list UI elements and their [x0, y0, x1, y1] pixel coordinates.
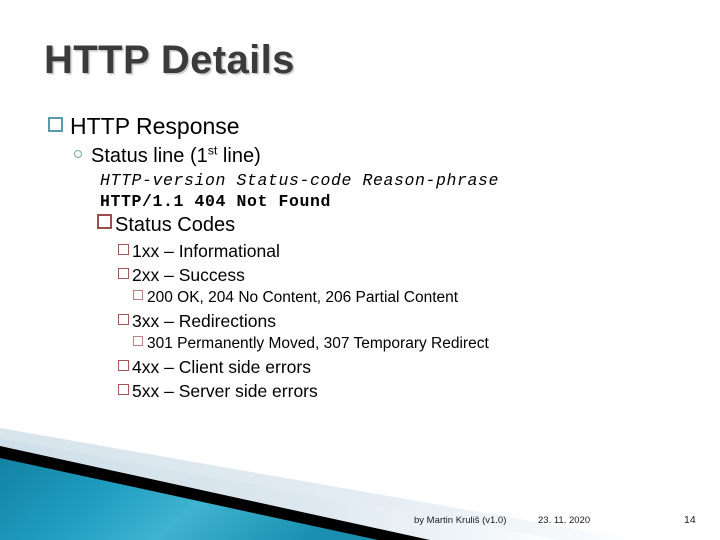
outline-item-code-2xx: 2xx – Success	[118, 263, 720, 287]
outline-item-code-3xx: 3xx – Redirections	[118, 309, 720, 333]
square-bullet-icon	[118, 360, 129, 371]
square-bullet-icon	[118, 314, 129, 325]
code-line-syntax: HTTP-version Status-code Reason-phrase	[100, 171, 500, 190]
outline-item-label: 5xx – Server side errors	[132, 381, 318, 401]
ordinal-suffix: st	[207, 143, 218, 158]
status-line-text-pre: Status line (1	[91, 145, 208, 167]
outline-item-label: 4xx – Client side errors	[132, 357, 311, 377]
square-bullet-icon	[118, 244, 129, 255]
footer-page-number: 14	[684, 514, 696, 526]
outline-item-label: Status line (1st line)	[91, 143, 261, 169]
outline-item-code-4xx: 4xx – Client side errors	[118, 355, 720, 379]
outline-item-label: Status Codes	[115, 214, 236, 236]
outline-item-http-response: HTTP Response	[48, 112, 720, 141]
code-line-example: HTTP/1.1 404 Not Found	[100, 192, 332, 211]
circle-bullet-icon	[74, 150, 82, 158]
square-bullet-icon	[133, 336, 143, 346]
outline-item-label: 3xx – Redirections	[132, 311, 276, 331]
outline-item-code-3xx-detail: 301 Permanently Moved, 307 Temporary Red…	[133, 333, 720, 355]
outline-item-label: HTTP Response	[70, 113, 240, 139]
square-bullet-icon	[48, 117, 63, 132]
outline-item-status-codes: Status Codes	[97, 212, 720, 239]
outline-item-label: 1xx – Informational	[132, 241, 280, 261]
slide: HTTP Details HTTP Response Status line (…	[0, 0, 720, 540]
outline-item-code-5xx: 5xx – Server side errors	[118, 379, 720, 403]
square-bullet-icon	[118, 268, 129, 279]
footer-date: 23. 11. 2020	[538, 515, 591, 526]
outline-item-code-1xx: 1xx – Informational	[118, 239, 720, 263]
square-bullet-icon	[133, 290, 143, 300]
outline-item-label: 301 Permanently Moved, 307 Temporary Red…	[147, 335, 489, 352]
square-bullet-icon	[97, 214, 112, 229]
page-title: HTTP Details	[44, 38, 295, 82]
outline-body: HTTP Response Status line (1st line) HTT…	[0, 112, 720, 403]
outline-item-label: 2xx – Success	[132, 265, 245, 285]
outline-item-label: 200 OK, 204 No Content, 206 Partial Cont…	[147, 289, 459, 306]
status-line-text-post: line)	[217, 145, 261, 167]
decorative-diagonal-bands	[0, 428, 640, 540]
square-bullet-icon	[118, 384, 129, 395]
outline-item-code-2xx-detail: 200 OK, 204 No Content, 206 Partial Cont…	[133, 287, 720, 309]
footer-author: by Martin Kruliš (v1.0)	[414, 515, 507, 526]
outline-item-status-line: Status line (1st line)	[74, 143, 720, 169]
